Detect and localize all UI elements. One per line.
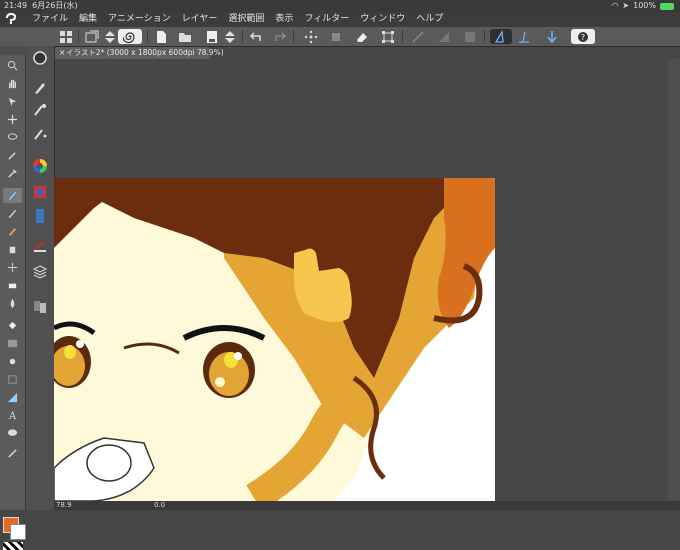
tool-detail-icon[interactable] [28,124,52,144]
color-history-icon[interactable] [28,206,52,226]
menu-help[interactable]: ヘルプ [416,12,443,27]
correction-line-icon[interactable] [3,446,22,461]
frame-icon[interactable] [3,372,22,387]
color-set-icon[interactable] [28,182,52,202]
pen-icon[interactable] [3,188,22,203]
updown-icon[interactable] [102,29,118,44]
close-tab-icon[interactable]: × [59,47,65,59]
help-icon[interactable]: ? [571,29,595,44]
balloon-icon[interactable] [3,426,22,441]
command-bar: ? [0,27,680,47]
vertical-scrollbar[interactable] [668,59,680,501]
document-title: イラスト2* (3000 x 1800px 600dpi 78.9%) [66,48,224,57]
snap-grid-icon[interactable] [544,29,560,44]
transform-icon[interactable] [380,29,396,44]
tool-panel: A [0,46,55,550]
eyedropper-icon[interactable] [3,166,22,181]
menu-bar: ファイル 編集 アニメーション レイヤー 選択範囲 表示 フィルター ウィンドウ… [0,12,680,27]
snap-ruler-icon[interactable] [490,29,512,44]
brush-icon[interactable] [3,224,22,239]
menu-window[interactable]: ウィンドウ [360,12,405,27]
move-layer-icon[interactable] [3,112,22,127]
menu-edit[interactable]: 編集 [79,12,97,27]
illustration [54,178,495,501]
menu-view[interactable]: 表示 [275,12,293,27]
menu-animation[interactable]: アニメーション [108,12,171,27]
eraser-icon[interactable] [354,29,370,44]
navigator-icon[interactable] [28,236,52,256]
ios-status-bar: 21:49 6月26日(水) ◠ ➤ 100% [0,0,680,12]
location-icon: ➤ [622,1,630,10]
status-right: ◠ ➤ 100% [611,0,674,12]
tool-property-icon[interactable] [28,48,52,68]
material-icon[interactable] [28,296,52,316]
decoration-icon[interactable] [3,260,22,275]
redo-icon[interactable] [272,29,288,44]
snap-special-ruler-icon[interactable] [516,29,532,44]
layer-mask-icon[interactable] [462,29,478,44]
new-document-icon[interactable] [84,29,100,44]
open-folder-icon[interactable] [177,29,193,44]
battery-icon [660,2,674,10]
pencil-icon[interactable] [3,206,22,221]
transparent-color-icon[interactable] [3,542,23,550]
grid-icon[interactable] [58,29,74,44]
save-icon[interactable] [204,29,220,44]
canvas-status-bar: 78.9 0.0 [54,501,680,510]
operation-icon[interactable] [3,94,22,109]
arrows-icon[interactable] [222,29,238,44]
gradient-icon[interactable] [3,336,22,351]
magic-wand-icon[interactable] [3,148,22,163]
eraser-tool-icon[interactable] [3,278,22,293]
status-time-date: 21:49 6月26日(水) [4,0,78,12]
layer-stack-icon[interactable] [28,262,52,282]
menu-filter[interactable]: フィルター [304,12,349,27]
lasso-icon[interactable] [3,130,22,145]
svg-text:A: A [8,411,17,421]
deselect-icon[interactable] [303,29,319,44]
ruler-icon[interactable] [410,29,426,44]
figure-icon[interactable] [3,354,22,369]
zoom-level[interactable]: 78.9 [56,501,72,510]
zoom-icon[interactable] [3,58,22,73]
blend-icon[interactable] [3,296,22,311]
sub-tool-icon[interactable] [28,78,52,98]
fill-layer-icon[interactable] [436,29,452,44]
menu-layer[interactable]: レイヤー [182,12,218,27]
crop-icon[interactable] [328,29,344,44]
airbrush-icon[interactable] [3,242,22,257]
svg-text:?: ? [581,33,585,42]
rotation-angle[interactable]: 0.0 [154,501,165,510]
document-tab[interactable]: × イラスト2* (3000 x 1800px 600dpi 78.9%) [55,47,224,59]
undo-icon[interactable] [248,29,264,44]
sub-color-swatch[interactable] [10,524,26,540]
fill-icon[interactable] [3,318,22,333]
spiral-icon[interactable] [118,29,142,44]
menu-selection[interactable]: 選択範囲 [228,12,264,27]
ruler-tool-icon[interactable] [3,390,22,405]
color-wheel-icon[interactable] [28,156,52,176]
status-time: 21:49 [4,1,28,10]
app-logo-icon[interactable] [4,13,18,26]
new-file-icon[interactable] [153,29,169,44]
battery-percent: 100% [633,1,656,10]
hand-icon[interactable] [3,76,22,91]
wifi-icon: ◠ [611,1,619,10]
menu-file[interactable]: ファイル [32,12,68,27]
drawing-canvas[interactable] [54,178,495,501]
text-icon[interactable]: A [3,408,22,423]
palette-column [26,46,54,510]
status-date: 6月26日(水) [32,1,78,10]
brush-size-icon[interactable] [28,100,52,120]
tool-column: A [0,56,26,550]
